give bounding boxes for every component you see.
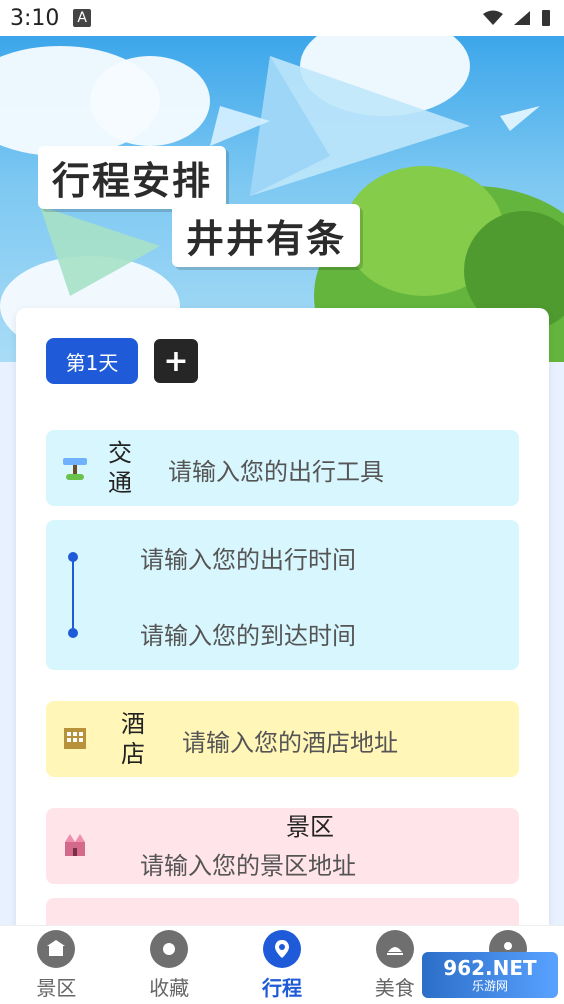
- timeline-dot-depart: [68, 552, 78, 562]
- watermark-sub: 乐游网: [471, 979, 508, 993]
- transport-label-line1: 交: [108, 439, 132, 467]
- tab-food-label: 美食: [374, 975, 415, 1000]
- flower-icon: [150, 929, 189, 968]
- signpost-icon: [63, 458, 87, 480]
- site-watermark: 962.NET 乐游网: [422, 952, 558, 998]
- timeline-dot-arrive: [68, 628, 78, 638]
- transport-input[interactable]: 请输入您的出行工具: [168, 452, 384, 487]
- tab-favorites-label: 收藏: [149, 975, 190, 1000]
- arrive-time-input[interactable]: 请输入您的到达时间: [140, 616, 356, 651]
- status-time: 3:10: [10, 5, 60, 31]
- status-bar: 3:10 A: [0, 0, 564, 36]
- hero-title-line1: 行程安排: [38, 146, 227, 209]
- location-pin-icon: [262, 929, 301, 968]
- tab-favorites[interactable]: 收藏: [124, 926, 214, 1004]
- depart-time-input[interactable]: 请输入您的出行时间: [140, 540, 356, 575]
- hotel-label-line1: 酒: [121, 710, 145, 738]
- tab-itinerary-label: 行程: [261, 975, 302, 1000]
- scenic-title: 景区: [286, 813, 334, 841]
- hotel-row[interactable]: 酒 店 请输入您的酒店地址: [46, 701, 519, 777]
- wifi-icon: [483, 10, 503, 25]
- dish-cover-icon: [375, 929, 414, 968]
- tab-scenic-label: 景区: [36, 975, 77, 1000]
- scenic-row[interactable]: 景区 请输入您的景区地址: [46, 808, 519, 884]
- timeline-line: [72, 556, 74, 632]
- transport-row[interactable]: 交 通 请输入您的出行工具: [46, 430, 519, 506]
- scenic-input[interactable]: 请输入您的景区地址: [140, 846, 356, 881]
- day-tab[interactable]: 第1天: [46, 338, 138, 384]
- itinerary-card: 第1天 + 交 通 请输入您的出行工具 请输入您的出行时间 请输入您的到达时间 …: [16, 308, 549, 958]
- status-left: 3:10 A: [10, 6, 91, 31]
- hotel-building-icon: [64, 728, 86, 749]
- cellular-icon: [514, 11, 530, 25]
- add-day-button[interactable]: +: [154, 339, 198, 383]
- tab-itinerary[interactable]: 行程: [237, 926, 327, 1004]
- status-right: [482, 8, 552, 28]
- building-icon: [37, 929, 76, 968]
- hotel-input[interactable]: 请输入您的酒店地址: [182, 723, 398, 758]
- tab-scenic[interactable]: 景区: [11, 926, 101, 1004]
- watermark-text: 962.NET: [443, 956, 537, 980]
- battery-icon: [542, 10, 550, 26]
- transport-label-line2: 通: [108, 469, 132, 497]
- hotel-label-line2: 店: [121, 740, 145, 768]
- transport-time-card[interactable]: 请输入您的出行时间 请输入您的到达时间: [46, 520, 519, 670]
- castle-icon: [65, 834, 85, 856]
- hero-title-line2: 井井有条: [172, 204, 361, 267]
- a-icon: A: [73, 9, 91, 27]
